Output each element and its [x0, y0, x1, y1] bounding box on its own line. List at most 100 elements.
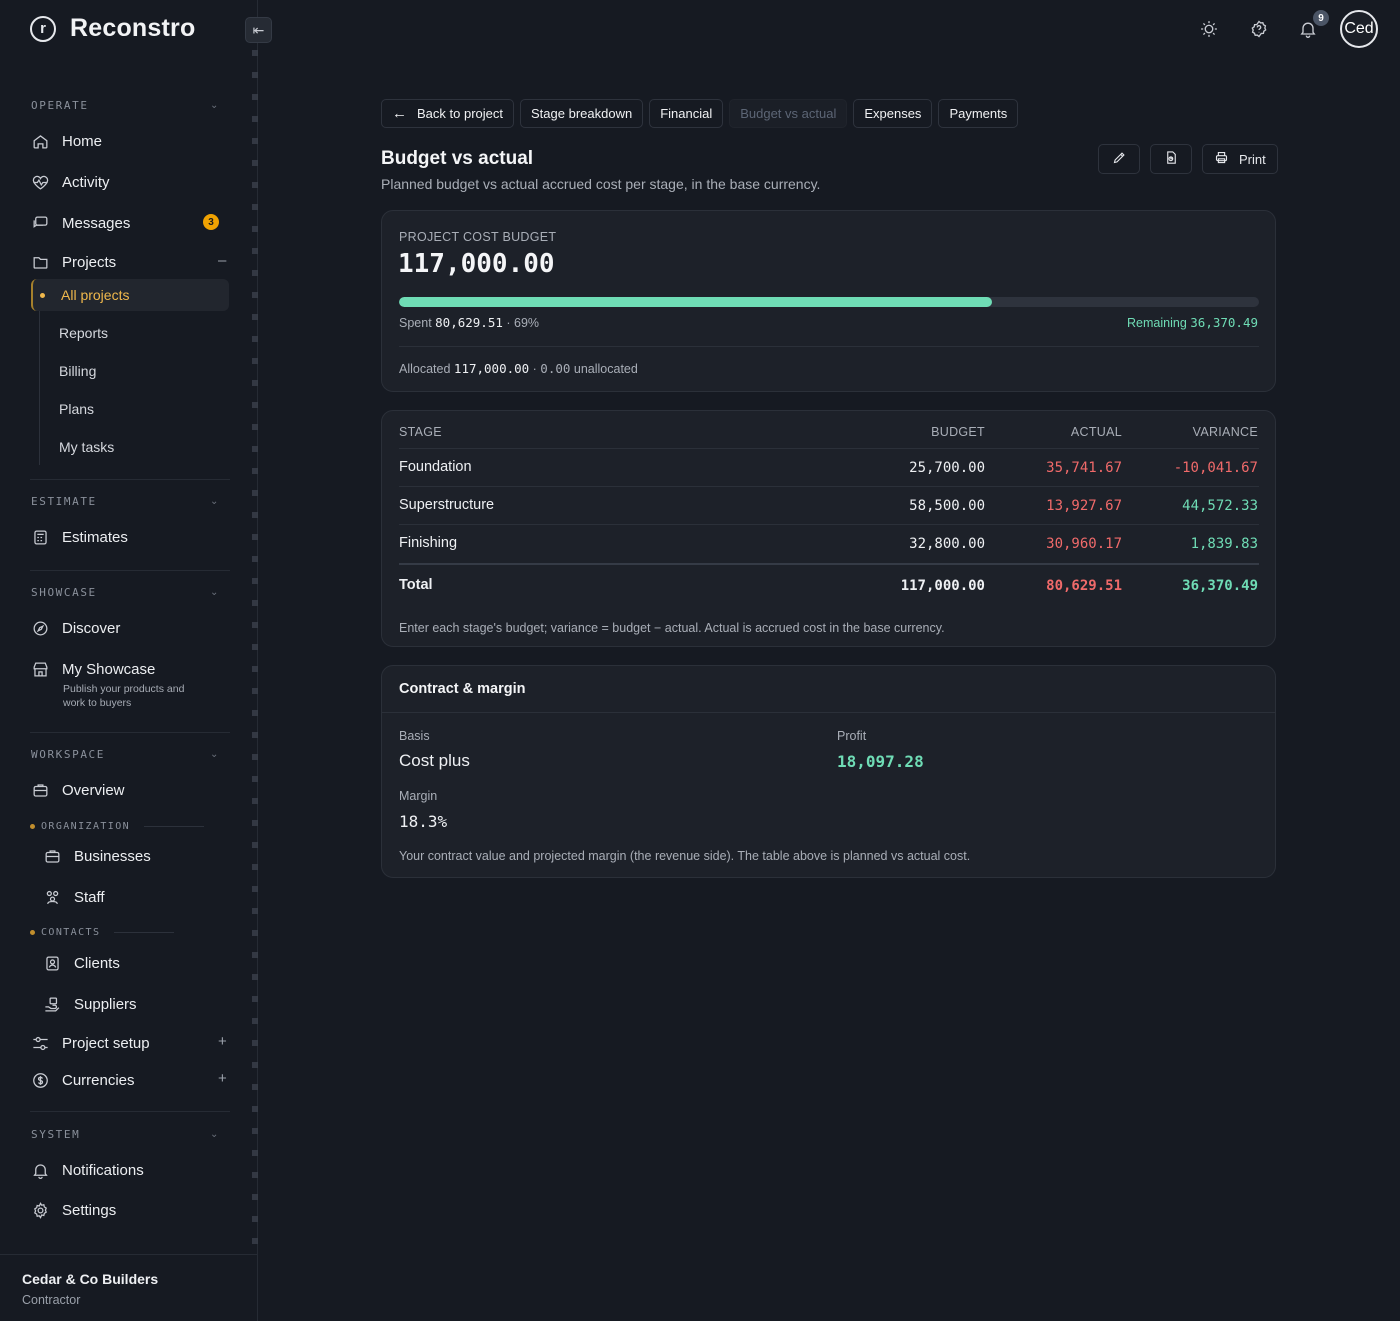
- divider: [30, 570, 230, 571]
- section-label-operate: OPERATE: [31, 99, 89, 112]
- sidebar-item-billing[interactable]: Billing: [59, 363, 96, 379]
- sidebar-item-estimates[interactable]: Estimates: [30, 527, 128, 547]
- tab-payments[interactable]: Payments: [938, 99, 1019, 128]
- budget-label: PROJECT COST BUDGET: [399, 230, 557, 244]
- sidebar-item-notifications[interactable]: Notifications: [30, 1160, 144, 1180]
- sidebar-item-messages[interactable]: Messages: [30, 213, 130, 233]
- chevron-down-icon[interactable]: ⌄: [210, 100, 218, 111]
- project-cost-budget-card: PROJECT COST BUDGET 117,000.00 Spent 80,…: [381, 210, 1276, 392]
- workspace-switcher[interactable]: Cedar & Co Builders Contractor: [0, 1254, 258, 1321]
- help-icon[interactable]: [1249, 19, 1271, 41]
- sidebar-item-home[interactable]: Home: [30, 131, 102, 151]
- sidebar-item-currencies[interactable]: Currencies: [30, 1070, 135, 1090]
- sidebar-item-label: Messages: [62, 214, 131, 232]
- sidebar-item-reports[interactable]: Reports: [59, 325, 108, 341]
- chevron-down-icon[interactable]: ⌄: [210, 1129, 218, 1140]
- showcase-description: Publish your products and work to buyers: [63, 683, 185, 709]
- sidebar-item-label: Project setup: [62, 1034, 150, 1052]
- messages-badge: 3: [203, 214, 219, 230]
- sidebar-item-label: Staff: [74, 888, 105, 906]
- divider: [399, 524, 1259, 525]
- table-cell-variance: 44,572.33: [1182, 498, 1258, 514]
- export-pdf-button[interactable]: [1150, 144, 1192, 174]
- chevron-down-icon[interactable]: ⌄: [210, 587, 218, 598]
- user-avatar[interactable]: Ced: [1340, 10, 1378, 48]
- sidebar-item-my-tasks[interactable]: My tasks: [59, 439, 114, 455]
- sidebar-item-businesses[interactable]: Businesses: [42, 846, 151, 866]
- divider: [399, 448, 1259, 449]
- sidebar-item-project-setup[interactable]: Project setup: [30, 1033, 150, 1053]
- group-label-text: ORGANIZATION: [41, 821, 131, 832]
- tab-budget-vs-actual[interactable]: Budget vs actual: [729, 99, 848, 128]
- tab-stage-breakdown[interactable]: Stage breakdown: [520, 99, 644, 128]
- back-to-project-button[interactable]: ← Back to project: [381, 99, 514, 128]
- sidebar-item-staff[interactable]: Staff: [42, 887, 105, 907]
- collapse-sidebar-button[interactable]: ⇤: [245, 17, 272, 43]
- sidebar-item-projects[interactable]: Projects: [30, 252, 116, 272]
- bell-icon: [30, 1160, 50, 1180]
- edit-button[interactable]: [1098, 144, 1140, 174]
- group-label-contacts: CONTACTS: [30, 927, 175, 938]
- sidebar-item-label: Clients: [74, 954, 120, 972]
- contract-card-title: Contract & margin: [399, 681, 526, 697]
- folder-icon: [30, 252, 50, 272]
- table-cell-actual: 30,960.17: [1046, 536, 1122, 552]
- divider: [144, 826, 205, 827]
- tab-expenses[interactable]: Expenses: [853, 99, 933, 128]
- sliders-icon: [30, 1033, 50, 1053]
- page-actions: Print: [1098, 144, 1278, 174]
- sidebar-item-label: Discover: [62, 619, 121, 637]
- sidebar-item-plans[interactable]: Plans: [59, 401, 94, 417]
- divider: [30, 1111, 230, 1112]
- sidebar-item-suppliers[interactable]: Suppliers: [42, 994, 137, 1014]
- collapse-left-icon: ⇤: [252, 21, 265, 38]
- sidebar-item-settings[interactable]: Settings: [30, 1200, 116, 1220]
- allocated-value: 117,000.00: [453, 361, 530, 376]
- table-cell-variance: 1,839.83: [1190, 536, 1258, 552]
- table-cell-variance: -10,041.67: [1173, 460, 1258, 476]
- table-cell-stage: Finishing: [399, 535, 458, 551]
- chevron-down-icon[interactable]: ⌄: [210, 749, 218, 760]
- sidebar-item-all-projects[interactable]: All projects: [31, 279, 229, 311]
- sidebar-item-discover[interactable]: Discover: [30, 618, 120, 638]
- home-icon: [30, 131, 50, 151]
- compass-icon: [30, 618, 50, 638]
- remaining-summary: Remaining 36,370.49: [1127, 315, 1258, 330]
- expand-plus-icon[interactable]: +: [218, 1033, 227, 1050]
- remaining-label: Remaining: [1127, 316, 1187, 330]
- storefront-icon: [30, 659, 50, 679]
- sidebar-item-label: Businesses: [74, 847, 151, 865]
- sidebar-item-overview[interactable]: Overview: [30, 780, 125, 800]
- expand-plus-icon[interactable]: +: [218, 1070, 227, 1087]
- sidebar-item-my-showcase[interactable]: My Showcase: [30, 659, 155, 679]
- file-chart-icon: [1164, 150, 1179, 168]
- column-header-variance: VARIANCE: [1192, 425, 1258, 439]
- collapse-minus-icon[interactable]: –: [218, 252, 226, 269]
- table-cell-actual: 13,927.67: [1046, 498, 1122, 514]
- printer-icon: [1214, 150, 1229, 168]
- table-cell-budget: 25,700.00: [909, 460, 985, 476]
- print-button[interactable]: Print: [1202, 144, 1278, 174]
- allocated-label: Allocated: [399, 362, 451, 376]
- spent-summary: Spent 80,629.51 · 69%: [399, 315, 539, 330]
- chevron-down-icon[interactable]: ⌄: [210, 496, 218, 507]
- sidebar: r Reconstro OPERATE ⌄ Home Activity Mess…: [0, 0, 258, 1321]
- page-title: Budget vs actual: [381, 148, 534, 169]
- brand[interactable]: r Reconstro: [30, 14, 195, 43]
- arrow-left-icon: ←: [392, 105, 407, 122]
- sidebar-item-label: Home: [62, 132, 103, 150]
- divider: [114, 932, 175, 933]
- sidebar-resize-rail[interactable]: [252, 50, 258, 1250]
- column-header-budget: BUDGET: [931, 425, 985, 439]
- section-label-system: SYSTEM: [31, 1128, 81, 1141]
- spent-value: 80,629.51: [435, 315, 503, 330]
- divider: [30, 479, 230, 480]
- sidebar-item-activity[interactable]: Activity: [30, 172, 110, 192]
- workspace-role: Contractor: [22, 1293, 81, 1307]
- theme-toggle-sun-icon[interactable]: [1199, 19, 1221, 41]
- tab-financial[interactable]: Financial: [649, 99, 724, 128]
- profit-label: Profit: [837, 729, 867, 743]
- unallocated-value: 0.00: [540, 361, 571, 376]
- divider: [399, 346, 1259, 347]
- sidebar-item-clients[interactable]: Clients: [42, 953, 120, 973]
